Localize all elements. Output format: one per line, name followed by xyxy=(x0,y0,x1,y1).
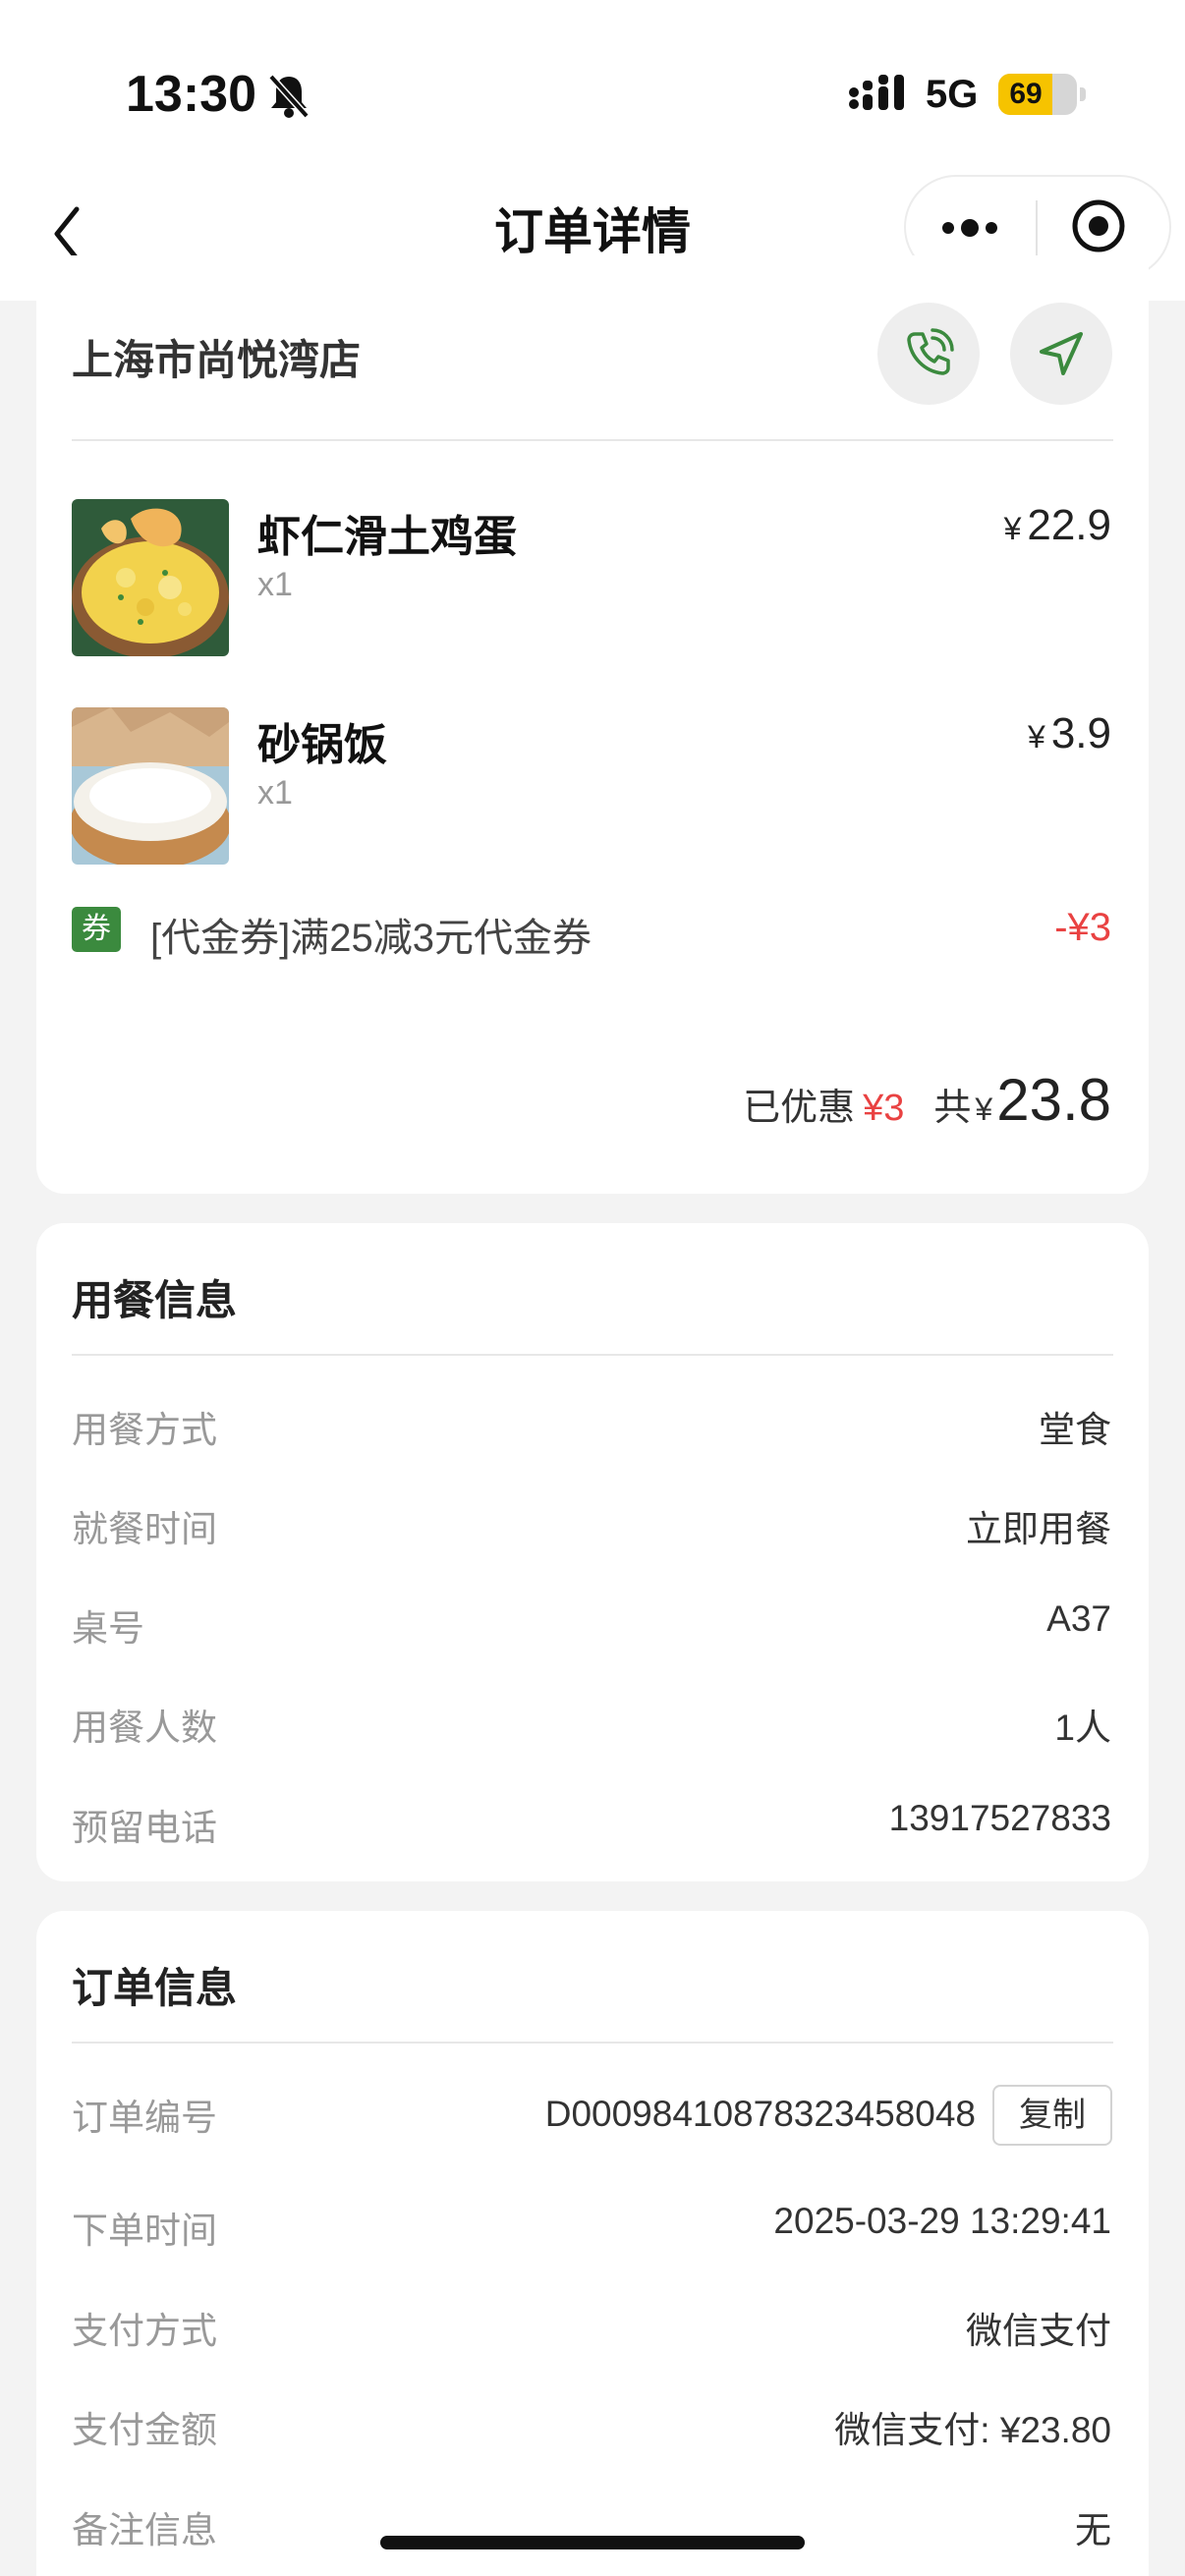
total-amount: 23.8 xyxy=(996,1067,1111,1133)
battery-percent: 69 xyxy=(1009,78,1043,110)
battery-indicator: 69 xyxy=(998,74,1077,115)
discount-value: ¥3 xyxy=(863,1088,905,1129)
divider xyxy=(72,2042,1113,2044)
phone-icon xyxy=(907,328,954,375)
item-qty: x1 xyxy=(257,566,293,603)
row-label: 备注信息 xyxy=(72,2510,217,2550)
divider xyxy=(72,439,1113,441)
bell-slash-icon xyxy=(268,74,310,119)
row-value: 堂食 xyxy=(1039,1410,1111,1450)
item-name: 砂锅饭 xyxy=(257,721,387,769)
network-type: 5G xyxy=(926,73,979,116)
section-title-dining: 用餐信息 xyxy=(72,1277,238,1323)
battery-cap xyxy=(1080,87,1086,101)
item-qty: x1 xyxy=(257,774,293,812)
coupon-amount: -¥3 xyxy=(1054,906,1111,949)
navigation-icon xyxy=(1040,332,1083,375)
row-label: 用餐人数 xyxy=(72,1708,217,1748)
row-value: A37 xyxy=(1046,1598,1111,1639)
row-value: 微信支付: ¥23.80 xyxy=(834,2410,1111,2450)
row-value: 立即用餐 xyxy=(966,1509,1111,1549)
row-label: 桌号 xyxy=(72,1608,144,1649)
item-image-shrimp-egg xyxy=(72,499,229,656)
shrimp-egg-dish-image xyxy=(72,499,229,656)
row-label: 就餐时间 xyxy=(72,1509,217,1549)
row-label: 用餐方式 xyxy=(72,1410,217,1450)
home-indicator[interactable] xyxy=(380,2536,805,2549)
item-price-value: 22.9 xyxy=(1027,501,1111,549)
row-label: 订单编号 xyxy=(72,2098,217,2138)
total-currency: ¥ xyxy=(975,1092,993,1127)
coupon-text: [代金券]满25减3元代金券 xyxy=(150,917,592,960)
total-label: 共 xyxy=(933,1088,972,1129)
item-price-value: 3.9 xyxy=(1050,709,1111,757)
discount-label: 已优惠 xyxy=(743,1088,856,1129)
signal-icon xyxy=(849,75,904,110)
more-icon[interactable] xyxy=(938,206,1001,250)
order-summary: 已优惠 ¥3 共 ¥ 23.8 xyxy=(743,1066,1111,1134)
currency-symbol: ¥ xyxy=(1028,719,1045,755)
section-title-order-info: 订单信息 xyxy=(72,1965,238,2011)
row-value: 13917527833 xyxy=(888,1798,1111,1838)
item-image-clay-pot-rice xyxy=(72,707,229,865)
status-time: 13:30 xyxy=(126,66,256,123)
clay-pot-rice-image xyxy=(72,707,229,865)
order-number: D00098410878323458048 xyxy=(544,2094,976,2134)
call-store-button[interactable] xyxy=(877,303,980,405)
row-label: 支付方式 xyxy=(72,2311,217,2351)
capsule-divider xyxy=(1036,200,1038,255)
item-price: ¥3.9 xyxy=(1028,709,1111,758)
row-value: 无 xyxy=(1075,2510,1111,2550)
store-name: 上海市尚悦湾店 xyxy=(72,337,362,383)
row-value: 1人 xyxy=(1054,1708,1111,1748)
row-label: 下单时间 xyxy=(72,2211,217,2251)
row-value: 2025-03-29 13:29:41 xyxy=(773,2201,1111,2241)
item-name: 虾仁滑土鸡蛋 xyxy=(257,513,517,561)
currency-symbol: ¥ xyxy=(1003,511,1022,546)
row-value: 微信支付 xyxy=(966,2311,1111,2351)
divider xyxy=(72,1354,1113,1356)
coupon-badge: 券 xyxy=(72,907,121,952)
row-label: 预留电话 xyxy=(72,1808,217,1848)
navigate-button[interactable] xyxy=(1010,303,1112,405)
copy-button[interactable]: 复制 xyxy=(992,2085,1112,2146)
item-price: ¥22.9 xyxy=(1004,501,1111,550)
target-icon[interactable] xyxy=(1071,198,1126,253)
row-label: 支付金额 xyxy=(72,2410,217,2450)
